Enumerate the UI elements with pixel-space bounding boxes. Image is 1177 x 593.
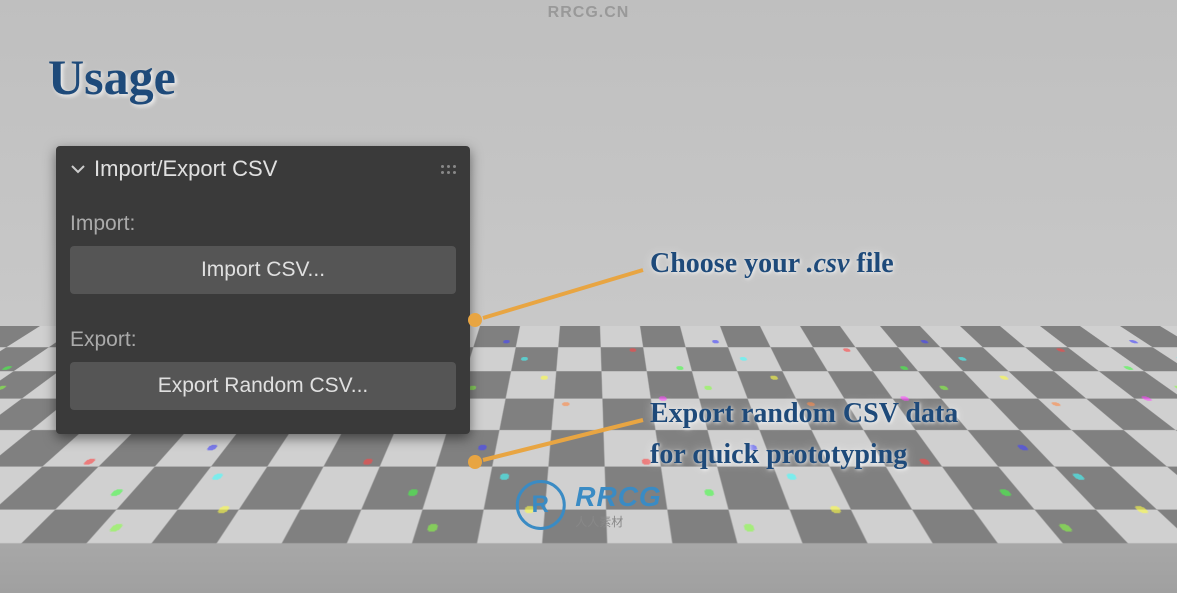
panel-title: Import/Export CSV [94,156,277,182]
logo-icon: R [515,480,565,530]
watermark-logo: R RRCG 人人素材 [515,480,661,530]
annotation-em: .csv [807,248,850,279]
import-label: Import: [70,200,456,246]
arrow-to-export [463,410,653,470]
export-section: Export: Export Random CSV... [56,308,470,434]
csv-panel: Import/Export CSV Import: Import CSV... … [56,146,470,434]
annotation-choose-file: Choose your .csv file [650,248,894,280]
annotation-text: Choose your [650,248,807,279]
arrow-to-import [463,260,653,330]
logo-main: RRCG [575,481,661,513]
annotation-line1: Export random CSV data [650,394,958,435]
annotation-text-post: file [849,248,893,279]
panel-header[interactable]: Import/Export CSV [56,146,470,192]
chevron-down-icon [70,161,86,177]
drag-handle-icon[interactable] [441,165,456,174]
watermark-top: RRCG.CN [548,4,630,22]
logo-text: RRCG 人人素材 [575,481,661,530]
import-section: Import: Import CSV... [56,192,470,308]
logo-sub: 人人素材 [575,513,661,530]
import-csv-button[interactable]: Import CSV... [70,246,456,294]
annotation-export-random: Export random CSV data for quick prototy… [650,394,958,475]
export-label: Export: [70,316,456,362]
page-title: Usage [48,48,176,106]
annotation-line2: for quick prototyping [650,435,958,476]
export-random-csv-button[interactable]: Export Random CSV... [70,362,456,410]
